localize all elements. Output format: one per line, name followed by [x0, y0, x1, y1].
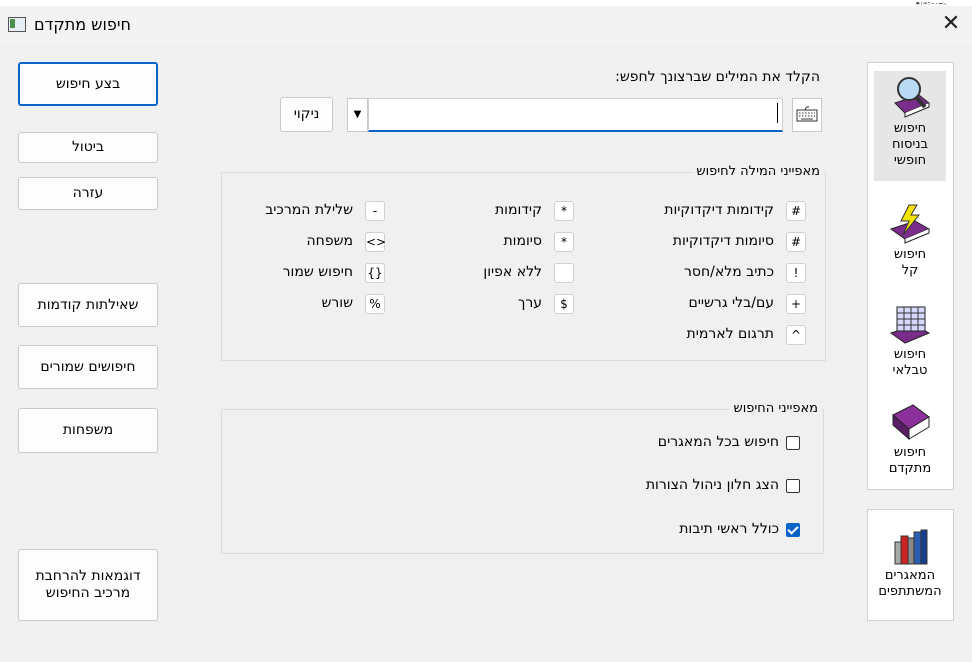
help-button[interactable]: עזרה	[18, 177, 158, 210]
label-no-attribute: ללא אפיון	[483, 264, 542, 280]
label-spelling: כתיב מלא/חסר	[684, 264, 774, 280]
chip-prefixes[interactable]: *	[554, 201, 574, 221]
nav-databases-label: המאגרים המשתתפים	[878, 568, 942, 599]
search-prompt: הקלד את המילים שברצונך לחפש:	[615, 69, 820, 85]
databases-panel: המאגרים המשתתפים	[867, 509, 954, 621]
label-quotes: עם/בלי גרשיים	[688, 295, 774, 311]
label-aramaic: תרגום לארמית	[686, 326, 775, 342]
word-properties-legend: מאפייני המילה לחיפוש	[692, 164, 824, 179]
text-caret	[777, 103, 778, 123]
book-icon	[892, 404, 930, 441]
chip-family[interactable]: <>	[365, 232, 386, 252]
nav-table-search[interactable]: חיפוש טבלאי	[874, 303, 946, 393]
label-acronyms: כולל ראשי תיבות	[679, 521, 779, 537]
clear-button[interactable]: ניקוי	[280, 97, 333, 132]
search-mode-panel: חיפוש בניסוח חופשי חיפוש קל חיפוש טבלאי …	[867, 62, 954, 490]
checkbox-all-databases[interactable]	[786, 436, 800, 450]
close-icon[interactable]: ✕	[938, 12, 964, 38]
label-value: ערך	[517, 295, 542, 311]
nav-participating-databases[interactable]: המאגרים המשתתפים	[874, 524, 946, 614]
keyboard-button[interactable]	[792, 98, 822, 132]
nav-easy-label: חיפוש קל	[893, 247, 927, 278]
app-icon	[8, 17, 26, 32]
chip-grammar-suffixes[interactable]: #	[786, 232, 806, 252]
saved-searches-button[interactable]: חיפושים שמורים	[18, 345, 158, 389]
title-bar: חיפוש מתקדם ✕	[0, 6, 972, 44]
label-prefixes: קידומות	[494, 202, 542, 218]
previous-queries-button[interactable]: שאילתות קודמות	[18, 283, 158, 327]
label-all-databases: חיפוש בכל המאגרים	[657, 434, 779, 450]
dropdown-arrow-icon: ▼	[353, 109, 362, 120]
label-saved-search: חיפוש שמור	[282, 264, 353, 280]
history-dropdown-button[interactable]: ▼	[347, 98, 368, 132]
nav-easy-search[interactable]: חיפוש קל	[874, 203, 946, 293]
table-book-icon	[889, 306, 931, 344]
chip-value[interactable]: $	[554, 294, 574, 314]
nav-free-text-search[interactable]: חיפוש בניסוח חופשי	[874, 71, 946, 181]
label-forms-window: הצג חלון ניהול הצורות	[645, 477, 779, 493]
label-suffixes: סיומות	[503, 233, 542, 249]
search-input[interactable]	[368, 98, 783, 132]
expansion-examples-button[interactable]: דוגמאות להרחבת מרכיב החיפוש	[18, 549, 158, 621]
checkbox-acronyms[interactable]	[786, 523, 800, 537]
keyboard-icon	[796, 106, 818, 122]
label-grammar-suffixes: סיומות דיקדוקיות	[672, 233, 774, 249]
execute-search-button[interactable]: בצע חיפוש	[18, 62, 158, 106]
nav-table-label: חיפוש טבלאי	[892, 347, 928, 378]
checkbox-forms-window[interactable]	[786, 479, 800, 493]
label-family: משפחה	[306, 233, 353, 249]
search-properties-legend: מאפייני החיפוש	[729, 401, 822, 416]
cancel-button[interactable]: ביטול	[18, 132, 158, 163]
chip-saved-search[interactable]: {}	[365, 263, 385, 283]
chip-quotes[interactable]: +	[786, 294, 806, 314]
magnifier-book-icon	[894, 77, 930, 118]
chip-spelling[interactable]: !	[786, 263, 806, 283]
window-title: חיפוש מתקדם	[34, 15, 131, 34]
families-button[interactable]: משפחות	[18, 408, 158, 453]
nav-advanced-label: חיפוש מתקדם	[888, 445, 932, 476]
chip-suffixes[interactable]: *	[554, 232, 574, 252]
books-icon	[894, 529, 928, 565]
chip-no-attribute[interactable]	[554, 263, 574, 283]
label-root: שורש	[321, 295, 353, 311]
nav-advanced-search[interactable]: חיפוש מתקדם	[874, 399, 946, 489]
chip-aramaic[interactable]: ^	[786, 325, 806, 345]
label-negation: שלילת המרכיב	[265, 202, 353, 218]
chip-grammar-prefixes[interactable]: #	[786, 201, 806, 221]
nav-free-text-label: חיפוש בניסוח חופשי	[891, 121, 929, 168]
lightning-book-icon	[889, 204, 931, 244]
label-grammar-prefixes: קידומות דיקדוקיות	[664, 202, 774, 218]
chip-negation[interactable]: -	[365, 201, 385, 221]
chip-root[interactable]: %	[365, 294, 385, 314]
